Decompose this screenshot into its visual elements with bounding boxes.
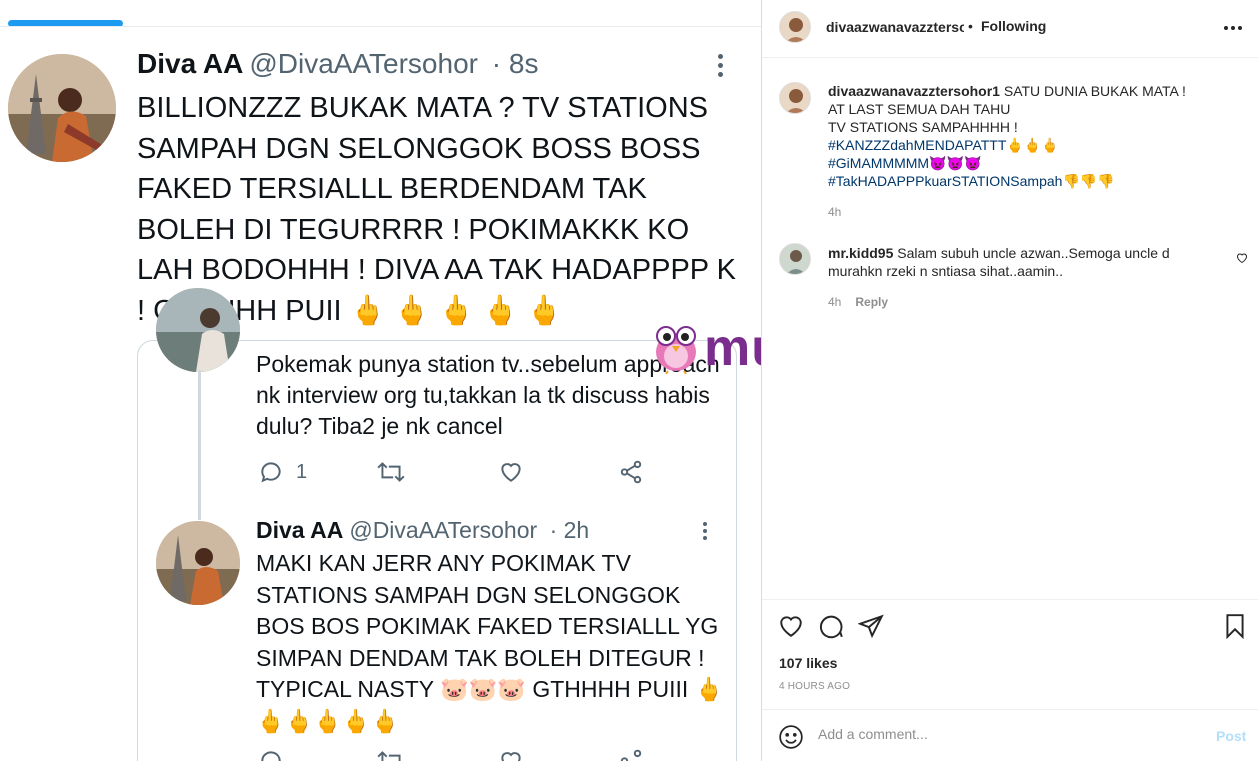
caption-username[interactable]: divaazwanavazztersohor1 <box>828 83 1000 99</box>
avatar <box>8 54 116 162</box>
comment-icon[interactable] <box>258 748 284 761</box>
reply-actions: 1 <box>256 458 656 488</box>
share-icon <box>620 460 642 484</box>
avatar[interactable] <box>779 243 811 275</box>
hashtag-emoji: 👎👎👎 <box>1062 173 1115 189</box>
tweet-author-handle[interactable]: @DivaAATersohor <box>249 48 478 79</box>
post-time[interactable]: 4 HOURS AGO <box>779 681 850 692</box>
share-icon[interactable] <box>618 748 644 761</box>
tweet-author-name[interactable]: Diva AA <box>137 48 243 79</box>
caption-line: AT LAST SEMUA DAH TAHU <box>828 101 1011 117</box>
post-header: divaazwanavazztersohor1 • Following <box>762 0 1258 58</box>
caption-line: SATU DUNIA BUKAK MATA ! <box>1003 83 1186 99</box>
comment: mr.kidd95 Salam subuh uncle azwan..Semog… <box>828 244 1188 280</box>
quoted-tweet-text: MAKI KAN JERR ANY POKIMAK TV STATIONS SA… <box>256 550 724 734</box>
post-author-username[interactable]: divaazwanavazztersohor1 <box>826 19 964 35</box>
post-caption: divaazwanavazztersohor1 SATU DUNIA BUKAK… <box>828 82 1228 190</box>
comment-username[interactable]: mr.kidd95 <box>828 245 893 261</box>
heart-icon[interactable] <box>778 613 804 639</box>
divider <box>762 599 1258 600</box>
heart-icon[interactable] <box>498 748 524 761</box>
tweet-text: BILLIONZZZ BUKAK MATA ? TV STATIONS SAMP… <box>137 92 737 327</box>
avatar[interactable] <box>779 82 811 114</box>
reply-count: 1 <box>296 460 308 483</box>
reply-button[interactable]: 1 <box>258 458 307 486</box>
retweet-icon <box>377 462 405 482</box>
hashtag-link[interactable]: #GiMAMMMMM <box>828 155 929 171</box>
more-icon[interactable] <box>700 522 710 543</box>
reply-button[interactable]: Reply <box>855 295 888 309</box>
hashtag-link[interactable]: #KANZZZdahMENDAPATTT <box>828 137 1006 153</box>
emoji-icon[interactable] <box>778 724 804 750</box>
comment-icon[interactable] <box>818 613 844 639</box>
divider <box>0 26 761 27</box>
heart-icon[interactable] <box>1236 252 1248 264</box>
separator-dot: • <box>968 18 973 34</box>
tweet-time: · 8s <box>491 48 539 79</box>
instagram-post-panel: divaazwanavazztersohor1 • Following diva… <box>761 0 1258 761</box>
murai-watermark: murai <box>652 322 761 374</box>
comment-time: 4h <box>828 295 842 309</box>
heart-icon <box>501 463 521 482</box>
following-button[interactable]: Following <box>981 18 1046 34</box>
avatar <box>156 288 240 372</box>
caption-time: 4h <box>828 205 842 219</box>
thread-connector <box>198 370 201 520</box>
like-button[interactable] <box>498 458 524 486</box>
avatar[interactable] <box>779 11 811 43</box>
caption-line: TV STATIONS SAMPAHHHH ! <box>828 119 1018 135</box>
quoted-tweet-header: Diva AA @DivaAATersohor · 2h <box>256 517 589 544</box>
more-icon[interactable] <box>1224 26 1242 30</box>
quoted-author-handle[interactable]: @DivaAATersohor <box>349 517 537 543</box>
post-button[interactable]: Post <box>1216 728 1246 744</box>
hashtag-emoji: 👿👿👿 <box>929 155 982 171</box>
comment-meta: 4h Reply <box>828 295 888 309</box>
retweet-button[interactable] <box>376 458 406 486</box>
tweet-screenshot: Diva AA @DivaAATersohor · 8s BILLIONZZZ B… <box>0 0 761 761</box>
tweet-header: Diva AA @DivaAATersohor · 8s <box>137 48 538 80</box>
likes-count[interactable]: 107 likes <box>779 655 837 671</box>
comment-icon <box>261 462 281 483</box>
comment-bar: Post <box>762 709 1258 761</box>
share-button[interactable] <box>618 458 644 486</box>
retweet-icon[interactable] <box>376 748 406 761</box>
bird-logo-icon <box>656 326 696 374</box>
share-icon[interactable] <box>858 613 884 639</box>
hashtag-emoji: 🖕🖕🖕 <box>1006 137 1059 153</box>
quoted-tweet-time: · 2h <box>549 517 590 543</box>
watermark-text: murai <box>704 319 761 377</box>
bookmark-icon[interactable] <box>1222 613 1248 639</box>
more-icon[interactable] <box>712 52 728 80</box>
quoted-author-name[interactable]: Diva AA <box>256 517 343 543</box>
add-comment-input[interactable] <box>818 726 1188 742</box>
hashtag-link[interactable]: #TakHADAPPPkuarSTATIONSampah <box>828 173 1062 189</box>
quoted-actions <box>256 748 656 761</box>
avatar <box>156 521 240 605</box>
